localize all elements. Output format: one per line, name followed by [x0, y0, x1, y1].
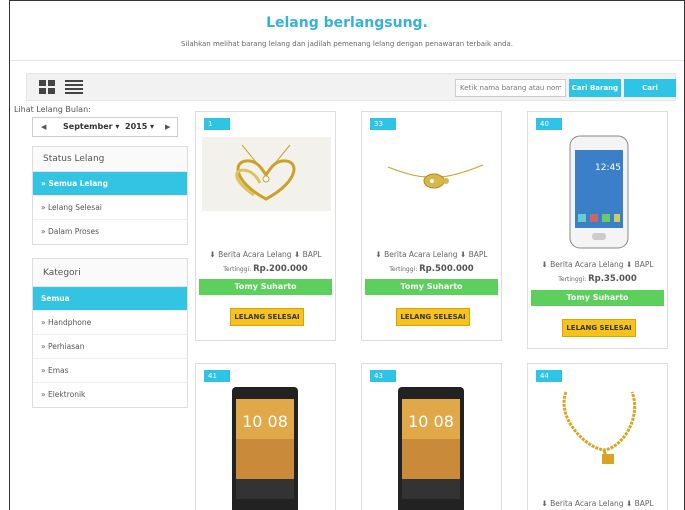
- product-image-heart-necklace[interactable]: [202, 137, 331, 211]
- month-value: September: [63, 122, 113, 131]
- status-item-in-progress[interactable]: » Dalam Proses: [33, 220, 187, 244]
- page-frame: Lelang berlangsung. Silahkan melihat bar…: [9, 0, 685, 510]
- status-item-finished[interactable]: » Lelang Selesai: [33, 196, 187, 220]
- search-input[interactable]: [455, 79, 566, 97]
- card-winner: Tomy Suharto: [531, 290, 664, 306]
- card-id-badge: 1: [204, 118, 230, 130]
- auction-status-button[interactable]: LELANG SELESAI: [396, 308, 470, 326]
- auction-card[interactable]: 40 12:45 ⬇ Berita Acara Lelang ⬇ BAPL Te…: [527, 111, 668, 349]
- card-price: Tertinggi: Rp.500.000: [362, 264, 501, 274]
- auction-card[interactable]: 44 ⬇ Berita Acara Lelang ⬇ BAPL: [527, 363, 668, 510]
- month-label: Lihat Lelang Bulan:: [14, 105, 91, 114]
- product-image-gold-chain[interactable]: [546, 388, 652, 466]
- card-id-badge: 33: [370, 118, 396, 130]
- price-value: Rp.500.000: [419, 264, 474, 274]
- category-item-jewelry[interactable]: » Perhiasan: [33, 335, 187, 359]
- card-price: Tertinggi: Rp.200.000: [196, 264, 335, 274]
- card-price: Tertinggi: Rp.35.000: [528, 274, 667, 284]
- price-value: Rp.35.000: [588, 274, 637, 284]
- category-panel-title: Kategori: [33, 259, 187, 287]
- card-id-badge: 44: [536, 370, 562, 382]
- price-label: Tertinggi:: [389, 266, 418, 273]
- category-item-electronics[interactable]: » Elektronik: [33, 383, 187, 407]
- auction-card[interactable]: 41 10 08: [195, 363, 336, 510]
- product-image-samsung-phone[interactable]: 12:45: [568, 134, 630, 250]
- svg-text:12:45: 12:45: [595, 163, 621, 173]
- status-panel-title: Status Lelang: [33, 147, 187, 172]
- card-id-badge: 40: [536, 118, 562, 130]
- price-label: Tertinggi:: [558, 276, 587, 283]
- card-winner: Tomy Suharto: [365, 279, 498, 295]
- product-image-turtle-necklace[interactable]: [368, 137, 497, 211]
- page-subtitle: Silahkan melihat barang lelang dan jadil…: [181, 40, 513, 48]
- card-winner: Tomy Suharto: [199, 279, 332, 295]
- next-month-icon[interactable]: ▶: [165, 123, 170, 131]
- auction-card[interactable]: 43 10 08: [361, 363, 502, 510]
- category-item-handphone[interactable]: » Handphone: [33, 311, 187, 335]
- list-view-icon[interactable]: [65, 80, 83, 94]
- card-document-links[interactable]: ⬇ Berita Acara Lelang ⬇ BAPL: [196, 250, 335, 259]
- card-id-badge: 41: [204, 370, 230, 382]
- year-value: 2015: [125, 122, 148, 131]
- status-panel: Status Lelang » Semua Lelang » Lelang Se…: [32, 146, 188, 245]
- month-selector[interactable]: ◀ September ▾ 2015 ▾ ▶: [32, 117, 178, 137]
- card-document-links[interactable]: ⬇ Berita Acara Lelang ⬇ BAPL: [528, 260, 667, 269]
- toolbar: Cari Barang Cari Transaksi: [26, 73, 676, 110]
- prev-month-icon[interactable]: ◀: [41, 123, 46, 131]
- auction-card[interactable]: 1 ⬇ Berita Acara Lelang ⬇ BAPL Tertinggi…: [195, 111, 336, 341]
- search-item-button[interactable]: Cari Barang: [569, 79, 621, 97]
- divider: [10, 60, 684, 61]
- card-document-links[interactable]: ⬇ Berita Acara Lelang ⬇ BAPL: [528, 499, 667, 508]
- category-item-gold[interactable]: » Emas: [33, 359, 187, 383]
- category-panel: Kategori Semua » Handphone » Perhiasan »…: [32, 258, 188, 408]
- price-label: Tertinggi:: [223, 266, 252, 273]
- phone-clock-text: 10 08: [242, 412, 288, 431]
- auction-status-button[interactable]: LELANG SELESAI: [562, 319, 636, 337]
- category-item-all[interactable]: Semua: [33, 287, 187, 311]
- auction-status-button[interactable]: LELANG SELESAI: [230, 308, 304, 326]
- phone-clock-text: 10 08: [408, 412, 454, 431]
- status-item-all[interactable]: » Semua Lelang: [33, 172, 187, 196]
- year-select[interactable]: 2015 ▾: [125, 122, 154, 131]
- month-select[interactable]: September ▾: [63, 122, 119, 131]
- search-transaction-button[interactable]: Cari Transaksi: [624, 79, 676, 110]
- page-title: Lelang berlangsung.: [266, 15, 428, 31]
- auction-card[interactable]: 33 ⬇ Berita Acara Lelang ⬇ BAPL Tertingg…: [361, 111, 502, 341]
- grid-view-icon[interactable]: [39, 80, 55, 94]
- product-image-htc-phone[interactable]: 10 08: [232, 387, 298, 510]
- price-value: Rp.200.000: [253, 264, 308, 274]
- product-image-htc-phone[interactable]: 10 08: [398, 387, 464, 510]
- card-document-links[interactable]: ⬇ Berita Acara Lelang ⬇ BAPL: [362, 250, 501, 259]
- card-id-badge: 43: [370, 370, 396, 382]
